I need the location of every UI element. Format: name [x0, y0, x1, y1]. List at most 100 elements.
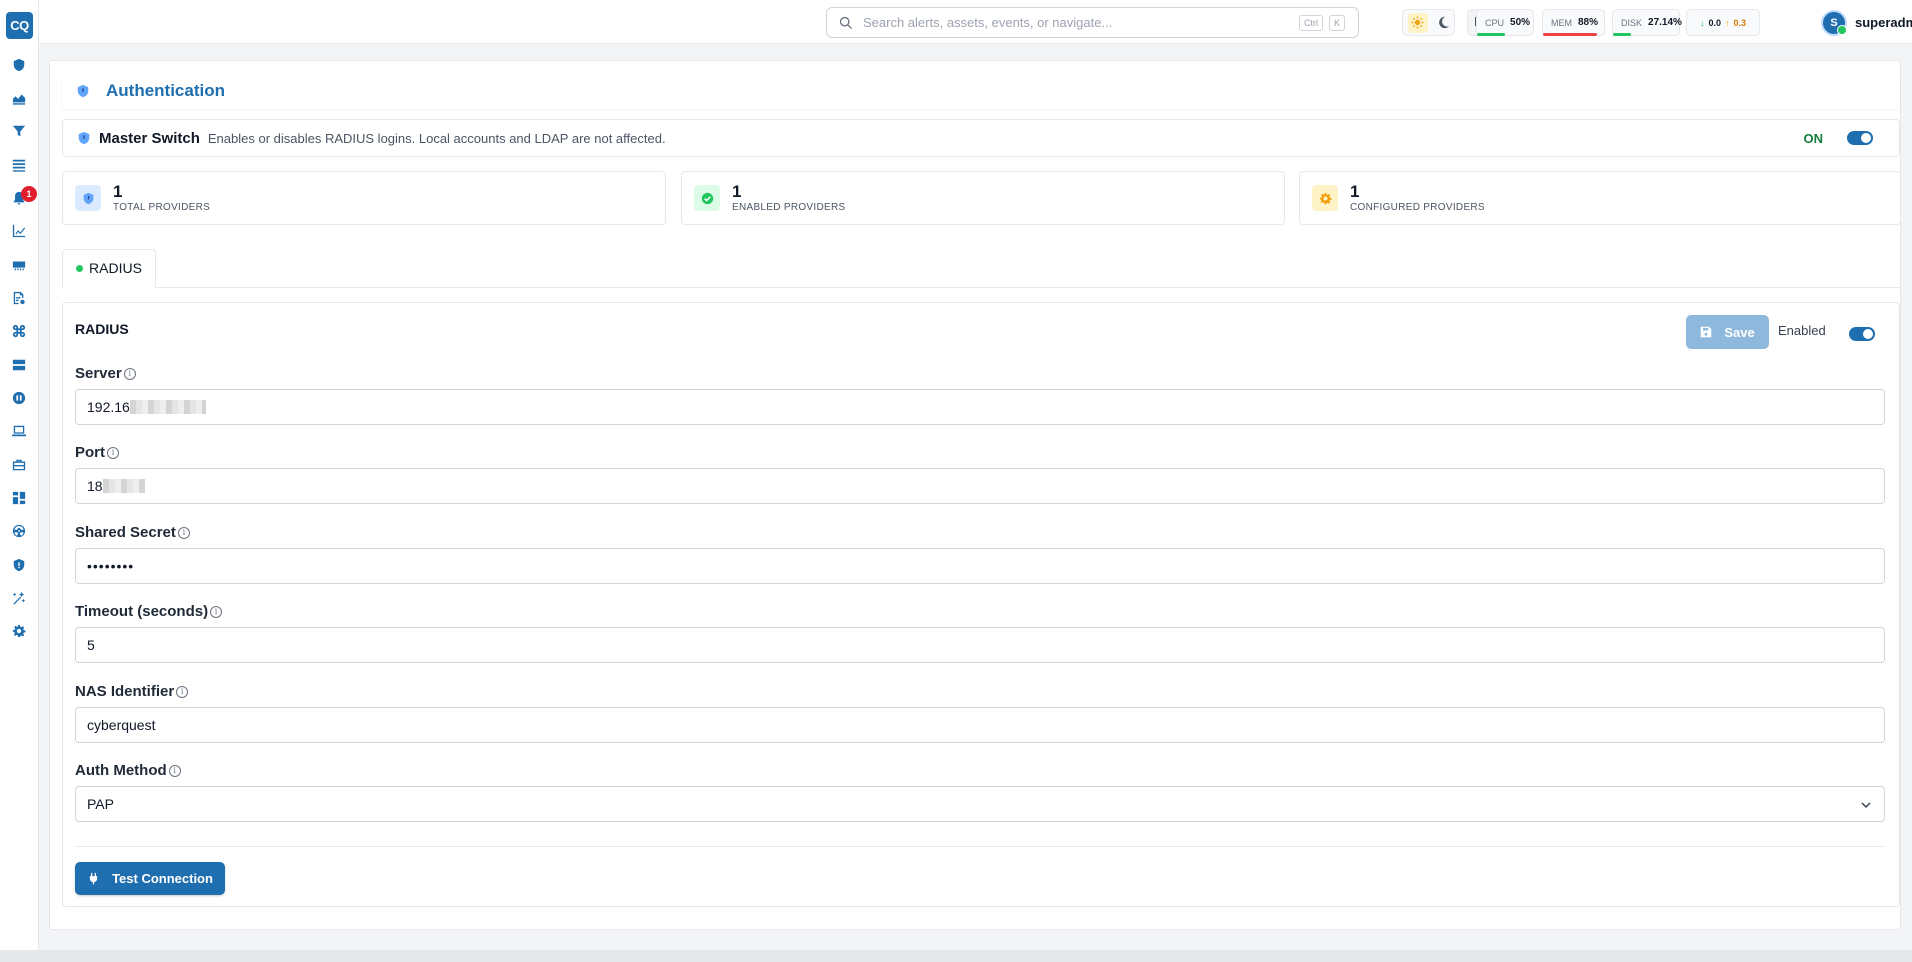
info-icon[interactable]: i — [107, 446, 119, 459]
command-nav-icon[interactable] — [10, 322, 28, 340]
mem-metric: MEM 88% — [1542, 9, 1605, 36]
shared-secret-value: •••••••• — [87, 558, 135, 574]
avatar[interactable]: S — [1821, 9, 1847, 36]
info-icon[interactable]: i — [176, 685, 189, 698]
chevron-down-icon — [1861, 802, 1871, 809]
arrow-up-icon: ↑ — [1725, 17, 1730, 28]
user-name[interactable]: superadmin — [1855, 15, 1912, 30]
stat-total-providers: 1 TOTAL PROVIDERS — [62, 171, 666, 225]
laptop-nav-icon[interactable] — [10, 422, 28, 440]
memory-nav-icon[interactable] — [10, 256, 28, 274]
list-nav-icon[interactable] — [10, 156, 28, 174]
shared-secret-input[interactable]: •••••••• — [75, 548, 1885, 584]
mem-label: MEM — [1551, 17, 1572, 28]
main-content: Authentication Master Switch Enables or … — [49, 60, 1901, 930]
auth-method-select[interactable]: PAP — [75, 786, 1885, 822]
shield-nav-icon[interactable] — [10, 56, 28, 74]
area-chart-nav-icon[interactable] — [10, 89, 28, 107]
filter-nav-icon[interactable] — [10, 122, 28, 140]
floppy-disk-icon — [1701, 326, 1712, 338]
stat-value: 1 — [113, 182, 123, 201]
info-icon[interactable]: i — [168, 764, 181, 777]
enabled-label: Enabled — [1778, 323, 1826, 338]
global-search[interactable]: Ctrl K — [826, 7, 1359, 38]
search-input[interactable] — [863, 15, 1253, 30]
redacted-blur — [129, 400, 206, 414]
dashboard-nav-icon[interactable] — [10, 489, 28, 507]
master-switch-description: Enables or disables RADIUS logins. Local… — [207, 130, 666, 146]
radius-enabled-toggle[interactable] — [1849, 327, 1875, 341]
tab-divider — [62, 287, 1900, 288]
master-switch-toggle[interactable] — [1847, 131, 1873, 145]
info-icon[interactable]: i — [177, 526, 190, 539]
user-menu[interactable]: S superadmin — [1821, 8, 1912, 37]
disk-metric: DISK 27.14% — [1612, 9, 1682, 36]
page-header: Authentication — [62, 73, 1900, 109]
check-circle-icon — [694, 185, 720, 211]
stat-label: ENABLED PROVIDERS — [732, 202, 846, 213]
test-connection-label: Test Connection — [112, 871, 213, 886]
auth-method-label: Auth Method i — [75, 762, 181, 779]
disk-usage-bar — [1613, 33, 1631, 36]
nas-identifier-label: NAS Identifier i — [75, 683, 189, 700]
card-title: RADIUS — [75, 321, 129, 337]
radius-config-card: RADIUS Save Enabled Server i 192.16 Port… — [62, 302, 1900, 907]
server-value: 192.16 — [87, 399, 130, 415]
stat-label: CONFIGURED PROVIDERS — [1350, 202, 1485, 213]
stat-configured-providers: 1 CONFIGURED PROVIDERS — [1299, 171, 1901, 225]
sun-icon — [1411, 16, 1424, 29]
master-switch-panel: Master Switch Enables or disables RADIUS… — [62, 119, 1900, 157]
info-icon[interactable]: i — [123, 367, 136, 380]
port-value: 18 — [87, 478, 103, 494]
shield-icon — [77, 84, 89, 98]
net-up-value: 0.3 — [1733, 17, 1747, 28]
auth-method-value: PAP — [87, 796, 114, 812]
page-title: Authentication — [106, 81, 225, 100]
nas-identifier-label-text: NAS Identifier — [75, 683, 175, 700]
disk-label: DISK — [1621, 17, 1643, 28]
net-down-value: 0.0 — [1708, 17, 1721, 28]
cpu-usage-bar — [1477, 33, 1505, 36]
report-nav-icon[interactable] — [10, 289, 28, 307]
settings-gear-nav-icon[interactable] — [10, 622, 28, 640]
mem-usage-bar — [1543, 33, 1597, 36]
info-icon[interactable]: i — [210, 605, 223, 618]
mem-value: 88% — [1578, 17, 1599, 28]
nas-identifier-input[interactable] — [75, 707, 1885, 743]
test-connection-button[interactable]: Test Connection — [75, 862, 225, 895]
light-mode-button[interactable] — [1407, 12, 1428, 33]
stat-value: 1 — [732, 182, 742, 201]
top-bar: Ctrl K CPU 50% MEM 88% DISK 27.14% ↓ 0.0… — [39, 0, 1912, 44]
shield-icon — [75, 185, 101, 211]
sidebar: CQ 1 — [0, 0, 39, 962]
port-label: Port i — [75, 444, 119, 461]
cpu-value: 50% — [1510, 17, 1531, 28]
auth-method-label-text: Auth Method — [75, 762, 167, 779]
timeout-input[interactable] — [75, 627, 1885, 663]
port-input[interactable]: 18 — [75, 468, 1885, 504]
biohazard-nav-icon[interactable] — [10, 522, 28, 540]
server-label-text: Server — [75, 365, 122, 382]
gear-icon — [1312, 185, 1338, 211]
shared-secret-label: Shared Secret i — [75, 524, 190, 541]
shortcut-ctrl-key: Ctrl — [1299, 15, 1323, 31]
disk-value: 27.14% — [1648, 17, 1682, 28]
record-nav-icon[interactable] — [10, 389, 28, 407]
theme-toggle[interactable] — [1402, 9, 1455, 36]
server-nav-icon[interactable] — [10, 356, 28, 374]
briefcase-nav-icon[interactable] — [10, 456, 28, 474]
shield-icon — [78, 131, 90, 145]
port-label-text: Port — [75, 444, 105, 461]
search-icon — [839, 16, 853, 29]
plug-icon — [89, 872, 98, 885]
security-shield-nav-icon[interactable] — [10, 556, 28, 574]
moon-icon[interactable] — [1437, 16, 1450, 29]
magic-wand-nav-icon[interactable] — [10, 589, 28, 607]
server-input[interactable]: 192.16 — [75, 389, 1885, 425]
tab-radius[interactable]: RADIUS — [62, 249, 156, 288]
save-button[interactable]: Save — [1686, 315, 1769, 349]
shared-secret-label-text: Shared Secret — [75, 524, 176, 541]
app-logo[interactable]: CQ — [6, 12, 33, 39]
line-chart-nav-icon[interactable] — [10, 222, 28, 240]
stat-label: TOTAL PROVIDERS — [113, 202, 211, 213]
